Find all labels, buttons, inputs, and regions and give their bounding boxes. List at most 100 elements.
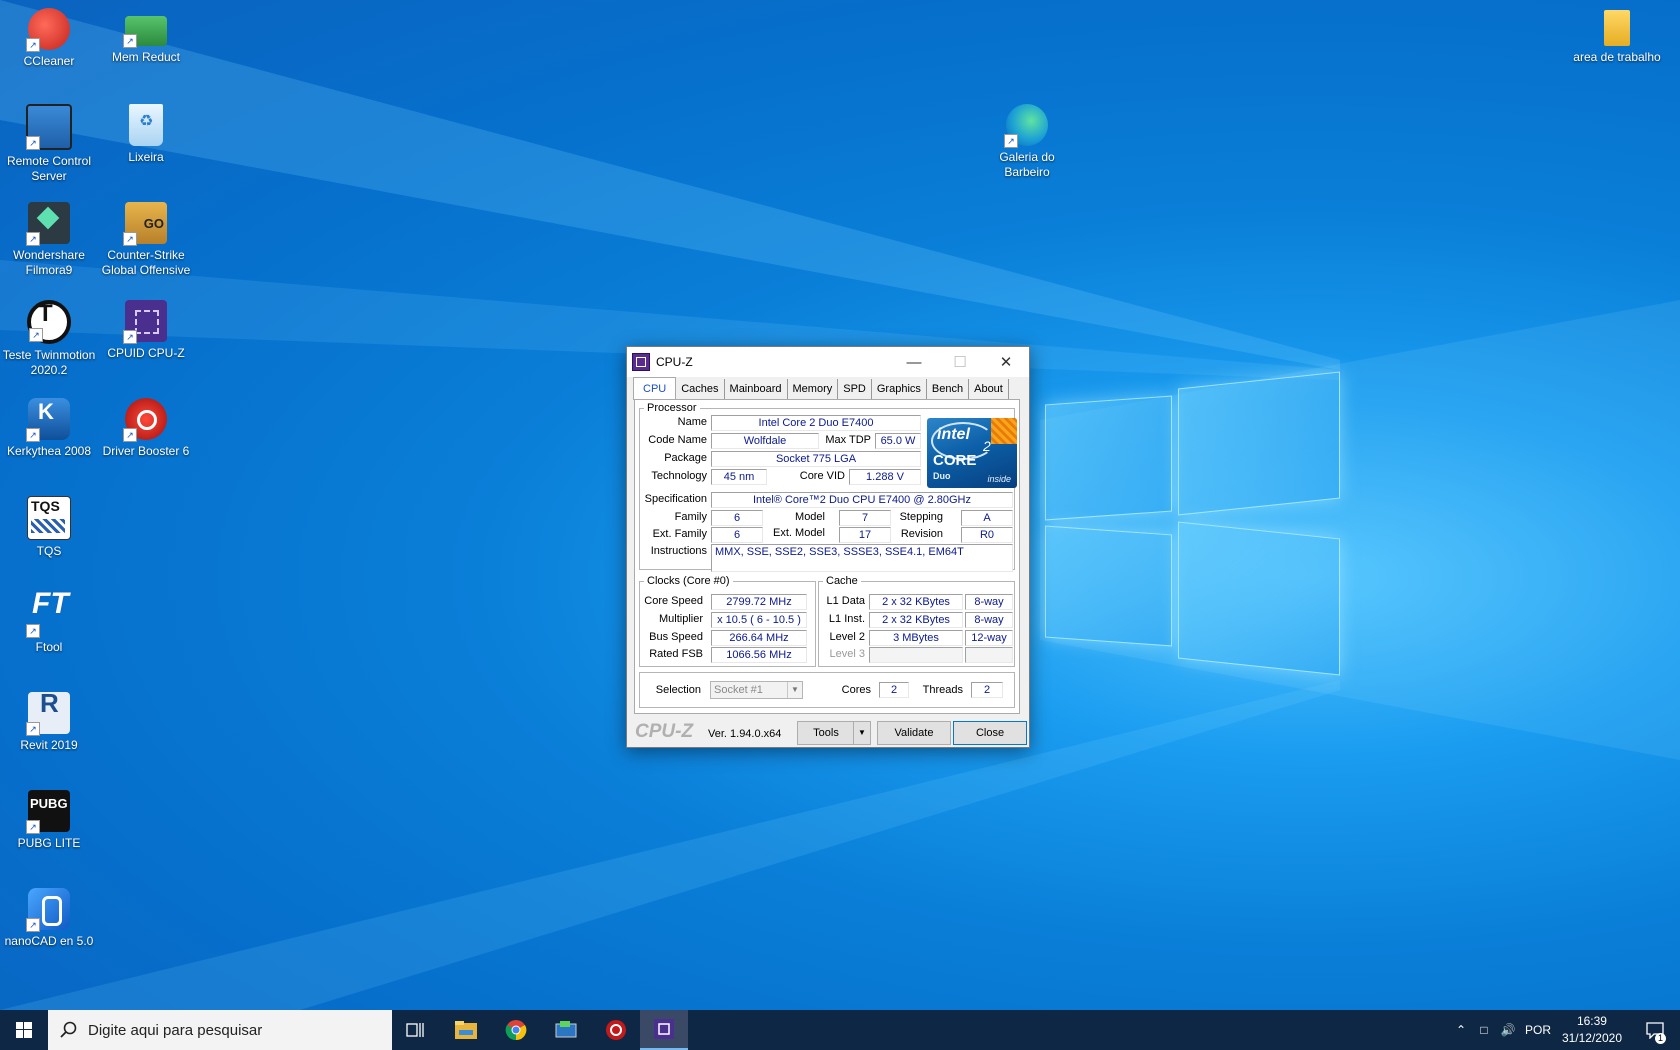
volume-icon[interactable]: 🔊 bbox=[1496, 1023, 1520, 1037]
tab-about[interactable]: About bbox=[969, 379, 1009, 399]
start-button[interactable] bbox=[0, 1010, 48, 1050]
tab-memory[interactable]: Memory bbox=[788, 379, 839, 399]
tools-button[interactable]: Tools bbox=[797, 721, 855, 745]
cores-label: Cores bbox=[841, 684, 871, 696]
desktop-icon-area-de-trabalho[interactable]: area de trabalho bbox=[1567, 8, 1667, 65]
taskbar-driver-booster[interactable] bbox=[592, 1010, 640, 1050]
tools-dropdown-button[interactable]: ▼ bbox=[853, 721, 871, 745]
task-view-icon bbox=[406, 1023, 424, 1037]
instructions-value: MMX, SSE, SSE2, SSE3, SSSE3, SSE4.1, EM6… bbox=[711, 544, 1013, 572]
core-vid-value: 1.288 V bbox=[849, 469, 921, 485]
desktop-icon-label: PUBG LITE bbox=[17, 836, 81, 850]
ext-family-label: Ext. Family bbox=[652, 528, 707, 540]
mem-reduct-icon: ↗ bbox=[123, 16, 167, 48]
search-icon bbox=[60, 1021, 77, 1038]
close-button[interactable]: Close bbox=[953, 721, 1027, 745]
desktop-icon-label: Filmora9 bbox=[25, 263, 73, 277]
desktop-icon-tqs[interactable]: TQS TQS bbox=[0, 496, 98, 559]
desktop-icon-label: CPUID CPU-Z bbox=[107, 346, 185, 360]
windows-start-icon bbox=[16, 1022, 32, 1038]
desktop-icon-revit[interactable]: R ↗ Revit 2019 bbox=[0, 690, 98, 753]
ftool-icon: FT ↗ bbox=[26, 589, 70, 638]
desktop-icon-recycle-bin[interactable]: ♻ Lixeira bbox=[97, 104, 195, 165]
recycle-bin-icon: ♻ bbox=[129, 104, 163, 146]
ccleaner-icon: ↗ bbox=[26, 8, 70, 52]
tab-caches[interactable]: Caches bbox=[676, 379, 725, 399]
ext-family-value: 6 bbox=[711, 527, 763, 543]
socket-select[interactable]: Socket #1 ▼ bbox=[710, 681, 803, 699]
chrome-icon bbox=[505, 1020, 527, 1041]
max-tdp-value: 65.0 W bbox=[875, 433, 921, 449]
l1-data-way: 8-way bbox=[965, 594, 1013, 610]
taskbar-clock[interactable]: 16:39 31/12/2020 bbox=[1562, 1013, 1622, 1047]
desktop-icon-csgo[interactable]: GO ↗ Counter-Strike Global Offensive bbox=[97, 202, 195, 278]
specification-value: Intel® Core™2 Duo CPU E7400 @ 2.80GHz bbox=[711, 492, 1013, 508]
desktop-icon-label: Wondershare bbox=[13, 248, 85, 262]
desktop-icon-label: Galeria do bbox=[999, 150, 1055, 164]
desktop-icon-remote-control[interactable]: ↗ Remote Control Server bbox=[0, 104, 98, 184]
remote-control-icon bbox=[555, 1021, 577, 1038]
desktop-icon-kerkythea[interactable]: K ↗ Kerkythea 2008 bbox=[0, 398, 98, 459]
tab-graphics[interactable]: Graphics bbox=[872, 379, 927, 399]
cpuz-app-icon bbox=[632, 353, 650, 371]
bus-speed-label: Bus Speed bbox=[649, 631, 703, 643]
chevron-down-icon: ▼ bbox=[787, 682, 802, 698]
desktop-icon-mem-reduct[interactable]: ↗ Mem Reduct bbox=[97, 8, 195, 65]
desktop-icon-label: nanoCAD en 5.0 bbox=[4, 934, 94, 948]
revision-label: Revision bbox=[900, 528, 943, 540]
taskbar-chrome[interactable] bbox=[492, 1010, 540, 1050]
nanocad-icon: ↗ bbox=[26, 888, 70, 932]
taskbar-file-explorer[interactable] bbox=[442, 1010, 490, 1050]
driver-booster-icon: ↗ bbox=[123, 398, 167, 442]
package-value: Socket 775 LGA bbox=[711, 451, 921, 467]
name-value: Intel Core 2 Duo E7400 bbox=[711, 415, 921, 431]
task-view-button[interactable] bbox=[392, 1010, 440, 1050]
folder-icon bbox=[1604, 10, 1630, 46]
title-bar[interactable]: CPU-Z — ☐ ✕ bbox=[627, 347, 1029, 377]
taskbar-cpuz[interactable] bbox=[640, 1010, 688, 1050]
validate-button[interactable]: Validate bbox=[877, 721, 951, 745]
stepping-value: A bbox=[961, 510, 1013, 526]
cpuz-window: CPU-Z — ☐ ✕ CPU Caches Mainboard Memory … bbox=[626, 346, 1030, 748]
desktop-icon-filmora[interactable]: ↗ Wondershare Filmora9 bbox=[0, 202, 98, 278]
tab-spd[interactable]: SPD bbox=[838, 379, 872, 399]
desktop-icon-label: area de trabalho bbox=[1573, 50, 1661, 64]
max-tdp-label: Max TDP bbox=[825, 434, 871, 446]
minimize-button[interactable]: — bbox=[891, 347, 937, 377]
multiplier-value: x 10.5 ( 6 - 10.5 ) bbox=[711, 612, 807, 628]
windows-wallpaper-logo bbox=[1040, 370, 1350, 680]
desktop-icon-galeria-barbeiro[interactable]: ↗ Galeria do Barbeiro bbox=[978, 104, 1076, 180]
desktop-icon-nanocad[interactable]: ↗ nanoCAD en 5.0 bbox=[0, 888, 98, 949]
notification-center-button[interactable]: 1 bbox=[1630, 1010, 1680, 1050]
desktop-icon-label: Ftool bbox=[35, 640, 63, 654]
desktop-icon-ftool[interactable]: FT ↗ Ftool bbox=[0, 589, 98, 655]
taskbar-search-box[interactable]: Digite aqui para pesquisar bbox=[48, 1010, 392, 1050]
desktop-icon-label: Driver Booster 6 bbox=[102, 444, 190, 458]
intel-core2-duo-logo: intel 2 CORE Duo inside bbox=[927, 418, 1017, 488]
chevron-up-icon[interactable]: ⌃ bbox=[1450, 1023, 1472, 1037]
level3-label: Level 3 bbox=[829, 648, 865, 660]
cpuz-brand-logo: CPU-Z bbox=[635, 721, 694, 742]
desktop-icon-pubg[interactable]: PUBG ↗ PUBG LITE bbox=[0, 790, 98, 851]
desktop-icon-driver-booster[interactable]: ↗ Driver Booster 6 bbox=[97, 398, 195, 459]
desktop-icon-twinmotion[interactable]: T ↗ Teste Twinmotion 2020.2 bbox=[0, 300, 98, 378]
l1-inst-value: 2 x 32 KBytes bbox=[869, 612, 963, 628]
rated-fsb-label: Rated FSB bbox=[649, 648, 703, 660]
model-value: 7 bbox=[839, 510, 891, 526]
tab-mainboard[interactable]: Mainboard bbox=[725, 379, 788, 399]
processor-legend: Processor bbox=[647, 402, 697, 414]
specification-label: Specification bbox=[644, 493, 707, 505]
close-window-button[interactable]: ✕ bbox=[983, 347, 1029, 377]
network-icon[interactable]: □ bbox=[1472, 1023, 1496, 1037]
tab-cpu[interactable]: CPU bbox=[633, 377, 677, 400]
pubg-icon: PUBG ↗ bbox=[26, 790, 70, 834]
tab-bench[interactable]: Bench bbox=[927, 379, 970, 399]
cores-value: 2 bbox=[879, 682, 909, 698]
desktop-icon-ccleaner[interactable]: ↗ CCleaner bbox=[0, 8, 98, 69]
cpu-tab-panel: Processor Name Intel Core 2 Duo E7400 Co… bbox=[634, 399, 1020, 714]
desktop-icon-cpuz[interactable]: ↗ CPUID CPU-Z bbox=[97, 300, 195, 361]
instructions-label: Instructions bbox=[650, 545, 707, 557]
language-indicator[interactable]: POR bbox=[1520, 1023, 1556, 1037]
revit-icon: R ↗ bbox=[26, 690, 70, 736]
taskbar-remote-control[interactable] bbox=[542, 1010, 590, 1050]
